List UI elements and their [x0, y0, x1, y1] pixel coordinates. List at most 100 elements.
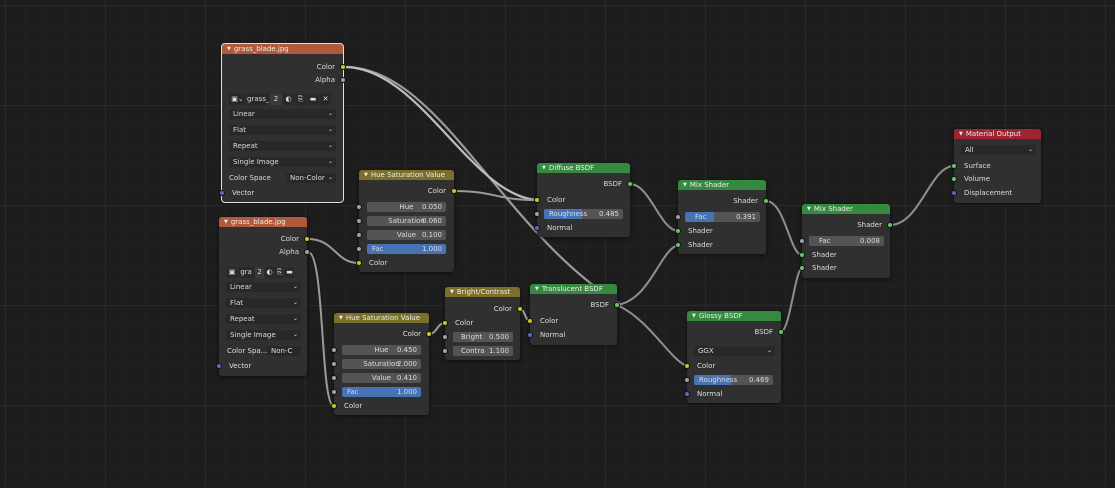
image-icon[interactable]: ▣⌄	[229, 94, 246, 105]
saturation-field[interactable]: Saturation 0.060	[367, 216, 446, 226]
node-header[interactable]: ▼ Translucent BSDF	[530, 284, 617, 294]
collapse-icon[interactable]: ▼	[692, 313, 696, 319]
user-count[interactable]: 2	[270, 94, 282, 105]
shield-icon[interactable]: ◐	[265, 267, 274, 278]
collapse-icon[interactable]: ▼	[542, 165, 546, 171]
interpolation-dropdown[interactable]: Linear ⌄	[229, 109, 336, 119]
socket-bsdf-output[interactable]	[778, 329, 784, 335]
saturation-field[interactable]: Saturation 2.000	[342, 359, 421, 369]
socket-color-output[interactable]	[304, 236, 310, 242]
collapse-icon[interactable]: ▼	[450, 289, 454, 295]
roughness-slider[interactable]: Roughness 0.485	[544, 209, 623, 219]
interpolation-dropdown[interactable]: Linear ⌄	[226, 282, 301, 292]
collapse-icon[interactable]: ▼	[807, 206, 811, 212]
node-header[interactable]: ▼ Material Output	[954, 129, 1041, 139]
value-field[interactable]: Value 0.410	[342, 373, 421, 383]
folder-icon[interactable]: ▬	[307, 94, 319, 105]
bright-field[interactable]: Bright 0.500	[453, 332, 513, 342]
color-space-dropdown[interactable]: Non-Color ⌄	[286, 173, 336, 183]
image-name-field[interactable]: grass_	[247, 94, 269, 105]
source-dropdown[interactable]: Single Image ⌄	[226, 330, 301, 340]
socket-saturation-input[interactable]	[356, 218, 362, 224]
socket-displacement-input[interactable]	[951, 190, 957, 196]
shield-icon[interactable]: ◐	[283, 94, 294, 105]
bright-contrast-node[interactable]: ▼ Bright/Contrast Color Color Bright 0.500…	[442, 287, 523, 360]
socket-shader-input[interactable]	[799, 252, 805, 258]
source-dropdown[interactable]: Single Image ⌄	[229, 157, 336, 167]
hue-field[interactable]: Hue 0.450	[342, 345, 421, 355]
fac-slider[interactable]: Fac 0.391	[685, 212, 760, 222]
socket-fac-input[interactable]	[675, 214, 681, 220]
material-output-node[interactable]: ▼ Material Output All ⌄ Surface Volume Dis…	[951, 129, 1041, 203]
socket-color-input[interactable]	[534, 197, 540, 203]
node-header[interactable]: ▼ Hue Saturation Value	[334, 313, 429, 323]
collapse-icon[interactable]: ▼	[364, 172, 368, 178]
socket-color-input[interactable]	[684, 363, 690, 369]
node-header[interactable]: ▼ grass_blade.jpg	[219, 217, 307, 227]
user-count[interactable]: 2	[255, 267, 264, 278]
node-header[interactable]: ▼ Bright/Contrast	[445, 287, 520, 297]
collapse-icon[interactable]: ▼	[227, 46, 231, 52]
socket-normal-input[interactable]	[534, 225, 540, 231]
socket-saturation-input[interactable]	[331, 361, 337, 367]
fac-field[interactable]: Fac 1.000	[367, 244, 446, 254]
distribution-dropdown[interactable]: GGX ⌄	[694, 346, 775, 356]
contrast-field[interactable]: Contra 1.100	[453, 346, 513, 356]
socket-color-output[interactable]	[426, 331, 432, 337]
close-icon[interactable]: ✕	[320, 94, 331, 105]
socket-surface-input[interactable]	[951, 163, 957, 169]
mix-shader-node[interactable]: ▼ Mix Shader Shader Fac 0.008 Shader Shade…	[799, 204, 893, 278]
socket-vector-input[interactable]	[216, 363, 222, 369]
socket-normal-input[interactable]	[684, 391, 690, 397]
socket-alpha-output[interactable]	[340, 77, 346, 83]
socket-bsdf-output[interactable]	[627, 181, 633, 187]
socket-alpha-output[interactable]	[304, 249, 310, 255]
folder-icon[interactable]: ▬	[285, 267, 294, 278]
copy-icon[interactable]: ⎘	[275, 267, 284, 278]
socket-color-output[interactable]	[340, 64, 346, 70]
color-space-dropdown[interactable]: Non-C	[267, 346, 301, 356]
socket-value-input[interactable]	[356, 232, 362, 238]
image-texture-node[interactable]: ▼ grass_blade.jpg Color Alpha ▣ gra 2 ◐ ⎘…	[216, 217, 310, 376]
socket-roughness-input[interactable]	[684, 377, 690, 383]
socket-color-output[interactable]	[517, 306, 523, 312]
collapse-icon[interactable]: ▼	[959, 131, 963, 137]
image-name-field[interactable]: gra	[238, 267, 254, 278]
socket-roughness-input[interactable]	[534, 211, 540, 217]
node-header[interactable]: ▼ grass_blade.jpg	[222, 44, 343, 54]
extension-dropdown[interactable]: Repeat ⌄	[229, 141, 336, 151]
socket-color-input[interactable]	[356, 260, 362, 266]
socket-shader-input[interactable]	[675, 242, 681, 248]
glossy-bsdf-node[interactable]: ▼ Glossy BSDF BSDF GGX ⌄ Color Roughness 0.…	[684, 311, 784, 403]
hue-saturation-node[interactable]: ▼ Hue Saturation Value Color Hue 0.450 Sat…	[331, 313, 432, 415]
socket-color-input[interactable]	[442, 320, 448, 326]
image-icon[interactable]: ▣	[227, 267, 237, 278]
value-field[interactable]: Value 0.100	[367, 230, 446, 240]
diffuse-bsdf-node[interactable]: ▼ Diffuse BSDF BSDF Color Roughness 0.485 …	[534, 163, 633, 237]
socket-fac-input[interactable]	[331, 389, 337, 395]
socket-fac-input[interactable]	[356, 246, 362, 252]
socket-shader-input[interactable]	[675, 228, 681, 234]
node-header[interactable]: ▼ Glossy BSDF	[687, 311, 781, 321]
socket-hue-input[interactable]	[356, 204, 362, 210]
hue-saturation-node[interactable]: ▼ Hue Saturation Value Color Hue 0.050 Sat…	[356, 170, 457, 272]
socket-value-input[interactable]	[331, 375, 337, 381]
socket-shader-input[interactable]	[799, 265, 805, 271]
extension-dropdown[interactable]: Repeat ⌄	[226, 314, 301, 324]
socket-bright-input[interactable]	[442, 334, 448, 340]
socket-color-input[interactable]	[331, 403, 337, 409]
fac-slider[interactable]: Fac 0.008	[809, 236, 884, 246]
socket-fac-input[interactable]	[799, 238, 805, 244]
collapse-icon[interactable]: ▼	[535, 286, 539, 292]
collapse-icon[interactable]: ▼	[224, 219, 228, 225]
socket-vector-input[interactable]	[219, 190, 225, 196]
socket-shader-output[interactable]	[887, 222, 893, 228]
fac-field[interactable]: Fac 1.000	[342, 387, 421, 397]
node-header[interactable]: ▼ Mix Shader	[802, 204, 890, 214]
collapse-icon[interactable]: ▼	[339, 315, 343, 321]
target-dropdown[interactable]: All ⌄	[961, 145, 1036, 155]
socket-volume-input[interactable]	[951, 176, 957, 182]
hue-field[interactable]: Hue 0.050	[367, 202, 446, 212]
node-header[interactable]: ▼ Hue Saturation Value	[359, 170, 454, 180]
mix-shader-node[interactable]: ▼ Mix Shader Shader Fac 0.391 Shader Shade…	[675, 180, 769, 254]
